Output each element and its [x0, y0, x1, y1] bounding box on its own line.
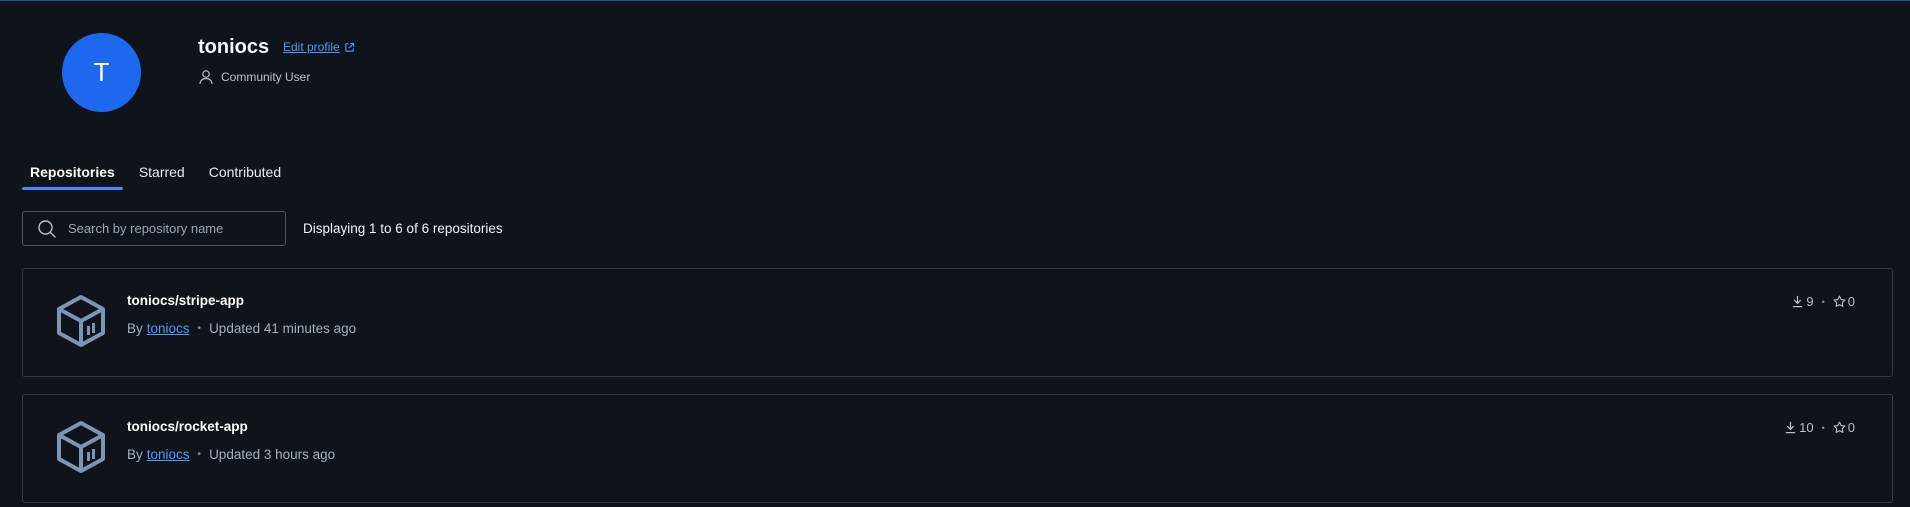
- stars-count: 0: [1847, 420, 1855, 435]
- tab-contributed[interactable]: Contributed: [201, 159, 289, 190]
- owner-link[interactable]: toniocs: [147, 321, 190, 336]
- role-label: Community User: [221, 70, 311, 84]
- tab-repositories[interactable]: Repositories: [22, 159, 123, 190]
- stars-count: 0: [1847, 294, 1855, 309]
- repository-meta: By toniocs • Updated 3 hours ago: [127, 447, 335, 462]
- updated-time: Updated 3 hours ago: [209, 447, 336, 462]
- owner-link[interactable]: toniocs: [147, 447, 190, 462]
- download-icon: [1785, 421, 1796, 434]
- downloads-stat: 9: [1791, 294, 1814, 309]
- top-accent-line: [0, 0, 1910, 1]
- avatar-initial: T: [93, 57, 110, 87]
- separator-dot: •: [197, 449, 202, 460]
- star-icon: [1833, 295, 1846, 307]
- results-count: Displaying 1 to 6 of 6 repositories: [303, 221, 503, 236]
- downloads-stat: 10: [1784, 420, 1814, 435]
- downloads-count: 9: [1806, 294, 1814, 309]
- external-link-icon: [344, 42, 354, 52]
- by-label: By: [127, 321, 143, 336]
- search-icon: [38, 219, 56, 238]
- profile-tabs: Repositories Starred Contributed: [22, 159, 297, 190]
- search-box: [22, 211, 286, 246]
- by-label: By: [127, 447, 143, 462]
- cube-repository-icon: [57, 295, 105, 347]
- stars-stat: 0: [1833, 420, 1855, 435]
- repository-name[interactable]: toniocs/rocket-app: [127, 419, 248, 434]
- star-icon: [1833, 421, 1846, 433]
- repository-card[interactable]: toniocs/rocket-app By toniocs • Updated …: [22, 394, 1893, 503]
- separator-dot: •: [197, 323, 202, 334]
- tab-starred[interactable]: Starred: [131, 159, 193, 190]
- updated-time: Updated 41 minutes ago: [209, 321, 357, 336]
- edit-profile-label: Edit profile: [283, 40, 340, 54]
- edit-profile-link[interactable]: Edit profile: [283, 40, 355, 54]
- repository-card[interactable]: toniocs/stripe-app By toniocs • Updated …: [22, 268, 1893, 377]
- stars-stat: 0: [1833, 294, 1855, 309]
- user-icon: [199, 70, 213, 85]
- repository-meta: By toniocs • Updated 41 minutes ago: [127, 321, 356, 336]
- download-icon: [1793, 295, 1803, 308]
- repository-stats: 10 • 0: [1784, 420, 1855, 435]
- search-input[interactable]: [66, 220, 270, 237]
- cube-repository-icon: [57, 421, 105, 473]
- downloads-count: 10: [1799, 420, 1814, 435]
- repository-name[interactable]: toniocs/stripe-app: [127, 293, 244, 308]
- profile-role: Community User: [198, 69, 310, 85]
- stats-separator: •: [1821, 296, 1825, 307]
- avatar: T: [62, 33, 141, 112]
- repository-stats: 9 • 0: [1791, 294, 1855, 309]
- profile-username: toniocs: [198, 36, 270, 58]
- stats-separator: •: [1821, 422, 1825, 433]
